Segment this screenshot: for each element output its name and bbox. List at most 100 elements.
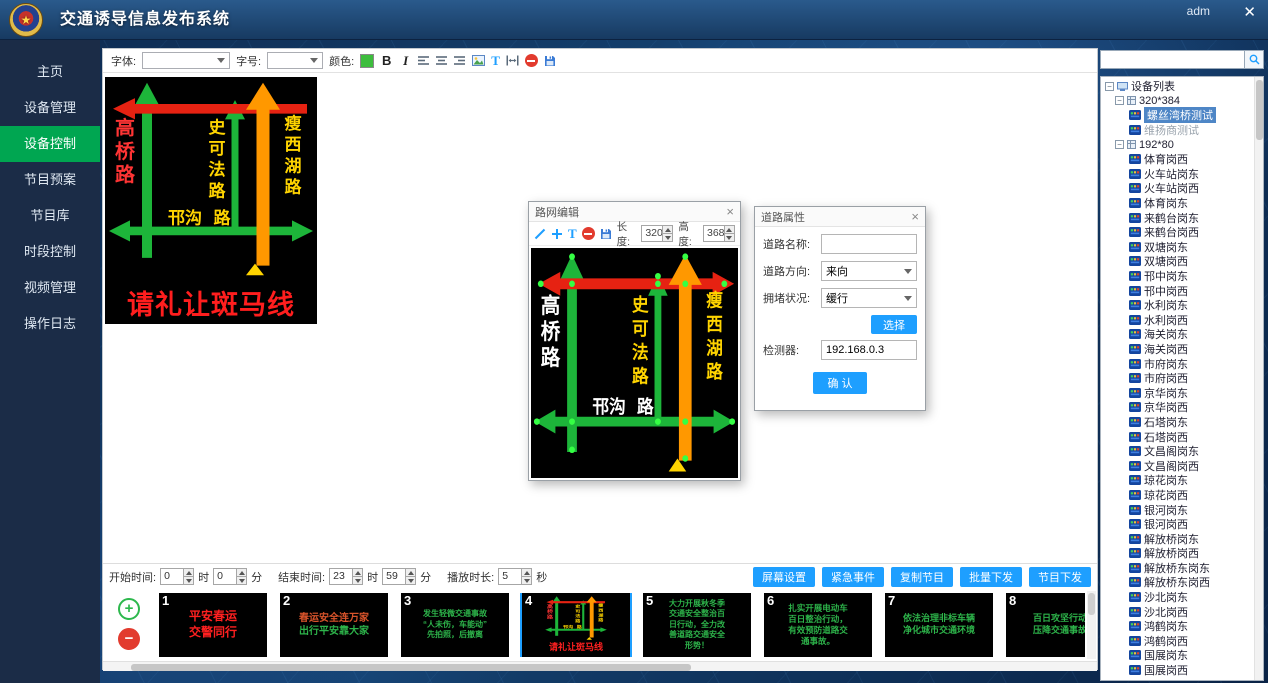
road-direction-select[interactable]: 来向 xyxy=(821,261,917,281)
duration-spinner[interactable]: 5 xyxy=(498,568,532,585)
tree-expander-icon[interactable]: − xyxy=(1115,96,1124,105)
add-cross-icon[interactable] xyxy=(551,228,563,240)
device-item[interactable]: 石塔岗东 xyxy=(1144,414,1188,430)
playlist-item-2[interactable]: 2春运安全连万家出行平安靠大家 xyxy=(280,593,388,657)
spinner-arrows[interactable] xyxy=(183,569,193,584)
device-item[interactable]: 来鹤台岗西 xyxy=(1144,224,1199,240)
window-close-button[interactable]: ✕ xyxy=(1243,3,1256,21)
tree-group-label[interactable]: 320*384 xyxy=(1139,95,1180,107)
device-item[interactable]: 鸿鹤岗东 xyxy=(1144,618,1188,634)
device-item[interactable]: 双塘岗东 xyxy=(1144,239,1188,255)
spinner-arrows[interactable] xyxy=(724,226,734,241)
tree-expander-icon[interactable]: − xyxy=(1105,82,1114,91)
draw-road-icon[interactable] xyxy=(534,228,546,240)
device-item[interactable]: 邗中岗东 xyxy=(1144,268,1188,284)
congestion-select[interactable]: 缓行 xyxy=(821,288,917,308)
start-minute-spinner[interactable]: 0 xyxy=(213,568,247,585)
tree-root-label[interactable]: 设备列表 xyxy=(1131,79,1175,94)
sidebar-item-2[interactable]: 设备控制 xyxy=(0,126,100,162)
playlist-item-3[interactable]: 3发生轻微交通事故“人未伤，车能动”先拍照，后撤离 xyxy=(401,593,509,657)
sidebar-item-7[interactable]: 操作日志 xyxy=(0,306,100,342)
search-button[interactable] xyxy=(1245,50,1264,69)
save-icon[interactable] xyxy=(544,55,556,67)
device-item[interactable]: 沙北岗西 xyxy=(1144,604,1188,620)
device-item[interactable]: 维扬商测试 xyxy=(1144,122,1199,138)
dialog-titlebar[interactable]: 道路属性 × xyxy=(755,207,925,227)
align-center-icon[interactable] xyxy=(436,55,448,66)
playlist-item-5[interactable]: 5大力开展秋冬季交通安全整治百日行动，全力改善道路交通安全形势！ xyxy=(643,593,751,657)
spinner-arrows[interactable] xyxy=(521,569,531,584)
text-tool-icon[interactable]: T xyxy=(568,226,577,242)
tree-group-label[interactable]: 192*80 xyxy=(1139,139,1174,151)
remove-program-button[interactable]: − xyxy=(118,628,140,650)
screen-settings-button[interactable]: 屏幕设置 xyxy=(753,567,815,587)
spinner-arrows[interactable] xyxy=(662,226,672,241)
image-icon[interactable] xyxy=(472,55,485,66)
program-send-button[interactable]: 节目下发 xyxy=(1029,567,1091,587)
device-item[interactable]: 火车站岗西 xyxy=(1144,180,1199,196)
emergency-event-button[interactable]: 紧急事件 xyxy=(822,567,884,587)
led-screen-preview[interactable]: 高桥路史可法路瘦西湖路邗沟路 请礼让斑马线 xyxy=(105,77,317,324)
sidebar-item-6[interactable]: 视频管理 xyxy=(0,270,100,306)
device-item[interactable]: 银河岗西 xyxy=(1144,516,1188,532)
road-name-input[interactable] xyxy=(821,234,917,254)
close-icon[interactable]: × xyxy=(911,209,919,224)
playlist-item-8[interactable]: 8百日攻坚行动压降交通事故 xyxy=(1006,593,1085,657)
device-item[interactable]: 银河岗东 xyxy=(1144,502,1188,518)
device-item[interactable]: 文昌阁岗西 xyxy=(1144,458,1199,474)
playlist-item-6[interactable]: 6扎实开展电动车百日整治行动，有效预防道路交通事故。 xyxy=(764,593,872,657)
device-item[interactable]: 解放桥东岗东 xyxy=(1144,560,1210,576)
close-icon[interactable]: × xyxy=(726,204,734,219)
device-item[interactable]: 水利岗东 xyxy=(1144,297,1188,313)
scrollbar-thumb[interactable] xyxy=(1088,593,1095,615)
device-item[interactable]: 体育岗西 xyxy=(1144,151,1188,167)
italic-button[interactable]: I xyxy=(399,53,412,69)
sidebar-item-5[interactable]: 时段控制 xyxy=(0,234,100,270)
sidebar-item-0[interactable]: 主页 xyxy=(0,54,100,90)
detector-input[interactable] xyxy=(821,340,917,360)
end-hour-spinner[interactable]: 23 xyxy=(329,568,363,585)
device-item[interactable]: 鸿鹤岗西 xyxy=(1144,633,1188,649)
device-item[interactable]: 文昌阁岗东 xyxy=(1144,443,1199,459)
device-item[interactable]: 水利岗西 xyxy=(1144,312,1188,328)
tree-expander-icon[interactable]: − xyxy=(1115,140,1124,149)
device-item[interactable]: 国展岗东 xyxy=(1144,647,1188,663)
font-color-swatch[interactable] xyxy=(360,54,374,68)
save-icon[interactable] xyxy=(600,228,612,240)
device-item[interactable]: 解放桥岗西 xyxy=(1144,545,1199,561)
device-item[interactable]: 邗中岗西 xyxy=(1144,283,1188,299)
end-minute-spinner[interactable]: 59 xyxy=(382,568,416,585)
device-item[interactable]: 来鹤台岗东 xyxy=(1144,210,1199,226)
device-search-input[interactable] xyxy=(1100,50,1245,69)
delete-icon[interactable] xyxy=(525,54,538,67)
device-item[interactable]: 解放桥岗东 xyxy=(1144,531,1199,547)
playlist-item-1[interactable]: 1平安春运交警同行 xyxy=(159,593,267,657)
copy-program-button[interactable]: 复制节目 xyxy=(891,567,953,587)
confirm-button[interactable]: 确 认 xyxy=(813,372,867,394)
scrollbar-thumb[interactable] xyxy=(131,664,691,671)
fit-width-icon[interactable] xyxy=(506,55,519,66)
device-item[interactable]: 国展岗西 xyxy=(1144,662,1188,678)
scrollbar-thumb[interactable] xyxy=(1256,80,1263,140)
select-detector-button[interactable]: 选择 xyxy=(871,315,917,334)
device-item[interactable]: 体育岗东 xyxy=(1144,195,1188,211)
align-left-icon[interactable] xyxy=(418,55,430,66)
align-right-icon[interactable] xyxy=(454,55,466,66)
device-item[interactable]: 市府岗东 xyxy=(1144,356,1188,372)
road-network-canvas[interactable]: 高桥路史可法路瘦西湖路邗沟路 xyxy=(531,248,738,478)
height-spinner[interactable]: 368 xyxy=(703,225,735,242)
playlist-horizontal-scrollbar[interactable] xyxy=(103,661,1097,671)
device-item[interactable]: 海关岗西 xyxy=(1144,341,1188,357)
spinner-arrows[interactable] xyxy=(236,569,246,584)
delete-icon[interactable] xyxy=(582,227,595,240)
device-item[interactable]: 沙北岗东 xyxy=(1144,589,1188,605)
device-item[interactable]: 京华岗东 xyxy=(1144,385,1188,401)
playlist-item-4[interactable]: 4高桥路史可法路瘦西湖路邗沟路请礼让斑马线 xyxy=(522,593,630,657)
device-item[interactable]: 市府岗西 xyxy=(1144,370,1188,386)
font-family-select[interactable] xyxy=(142,52,230,69)
sidebar-item-3[interactable]: 节目预案 xyxy=(0,162,100,198)
spinner-arrows[interactable] xyxy=(352,569,362,584)
spinner-arrows[interactable] xyxy=(405,569,415,584)
sidebar-item-4[interactable]: 节目库 xyxy=(0,198,100,234)
bold-button[interactable]: B xyxy=(380,53,393,68)
